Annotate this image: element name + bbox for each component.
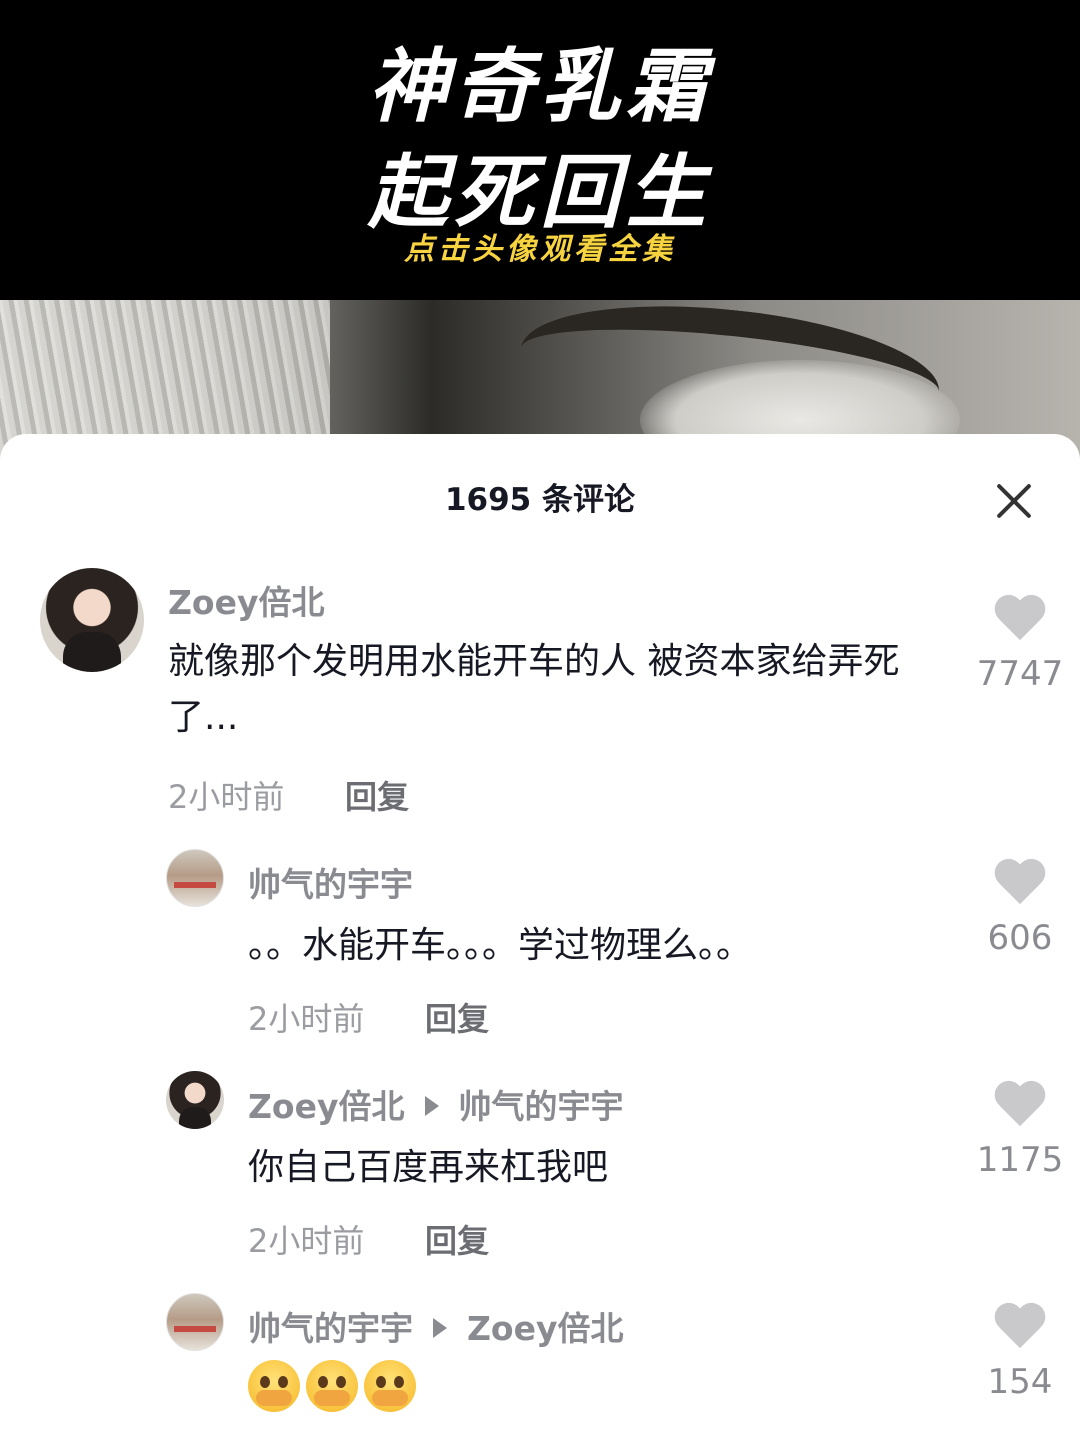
reply-button[interactable]: 回复 bbox=[345, 772, 409, 818]
comments-sheet: 1695 条评论 Zoey倍北 就像那个发明用水能开车的人 被资本家给弄死了..… bbox=[0, 434, 1080, 1441]
like-button[interactable]: 606 bbox=[975, 860, 1065, 958]
comment-emojis bbox=[248, 1360, 422, 1412]
comment-username[interactable]: 帅气的宇宇 bbox=[248, 858, 413, 906]
comment-text: 你自己百度再来杠我吧 bbox=[248, 1147, 609, 1188]
comment-time: 2小时前 bbox=[168, 778, 285, 816]
comment-time: 2小时前 bbox=[248, 1000, 365, 1038]
avatar[interactable] bbox=[166, 1293, 224, 1351]
heart-icon bbox=[993, 1304, 1047, 1354]
like-button[interactable]: 154 bbox=[975, 1304, 1065, 1402]
banner-subtitle: 点击头像观看全集 bbox=[404, 232, 676, 267]
comment-text: 。。水能开车。。。学过物理么。。 bbox=[248, 925, 753, 966]
comment-username[interactable]: 帅气的宇宇 bbox=[248, 1309, 413, 1348]
like-count: 1175 bbox=[976, 1140, 1064, 1180]
like-count: 154 bbox=[987, 1362, 1053, 1402]
comment-text: 就像那个发明用水能开车的人 被资本家给弄死了... bbox=[168, 641, 900, 738]
like-button[interactable]: 1175 bbox=[975, 1082, 1065, 1180]
comment-username[interactable]: Zoey倍北 bbox=[168, 576, 325, 624]
avatar[interactable] bbox=[40, 568, 144, 672]
reply-arrow-icon bbox=[433, 1317, 447, 1338]
reply-to-username[interactable]: Zoey倍北 bbox=[467, 1309, 624, 1348]
comment-username-line: 帅气的宇宇 Zoey倍北 bbox=[248, 1302, 624, 1350]
heart-icon bbox=[993, 1082, 1047, 1132]
banner-title-line-1: 神奇乳霜 bbox=[368, 40, 712, 133]
reply-arrow-icon bbox=[424, 1095, 439, 1116]
pleading-emoji-icon bbox=[248, 1360, 300, 1412]
pleading-emoji-icon bbox=[364, 1360, 416, 1412]
pleading-emoji-icon bbox=[306, 1360, 358, 1412]
comment-time: 2小时前 bbox=[248, 1222, 365, 1260]
reply-button[interactable]: 回复 bbox=[425, 1216, 489, 1262]
like-button[interactable]: 7747 bbox=[975, 596, 1065, 694]
comments-count-title: 1695 条评论 bbox=[444, 482, 636, 518]
close-icon[interactable] bbox=[990, 480, 1040, 524]
heart-icon bbox=[993, 860, 1047, 910]
reply-button[interactable]: 回复 bbox=[425, 994, 489, 1040]
video-banner[interactable]: 神奇乳霜 起死回生 点击头像观看全集 bbox=[0, 0, 1080, 300]
like-count: 606 bbox=[987, 918, 1053, 958]
like-count: 7747 bbox=[976, 654, 1064, 694]
comment-username[interactable]: Zoey倍北 bbox=[248, 1087, 405, 1126]
avatar[interactable] bbox=[166, 1071, 224, 1129]
comment-username-line: Zoey倍北 帅气的宇宇 bbox=[248, 1080, 624, 1128]
reply-to-username[interactable]: 帅气的宇宇 bbox=[459, 1087, 624, 1126]
heart-icon bbox=[993, 596, 1047, 646]
avatar[interactable] bbox=[166, 849, 224, 907]
